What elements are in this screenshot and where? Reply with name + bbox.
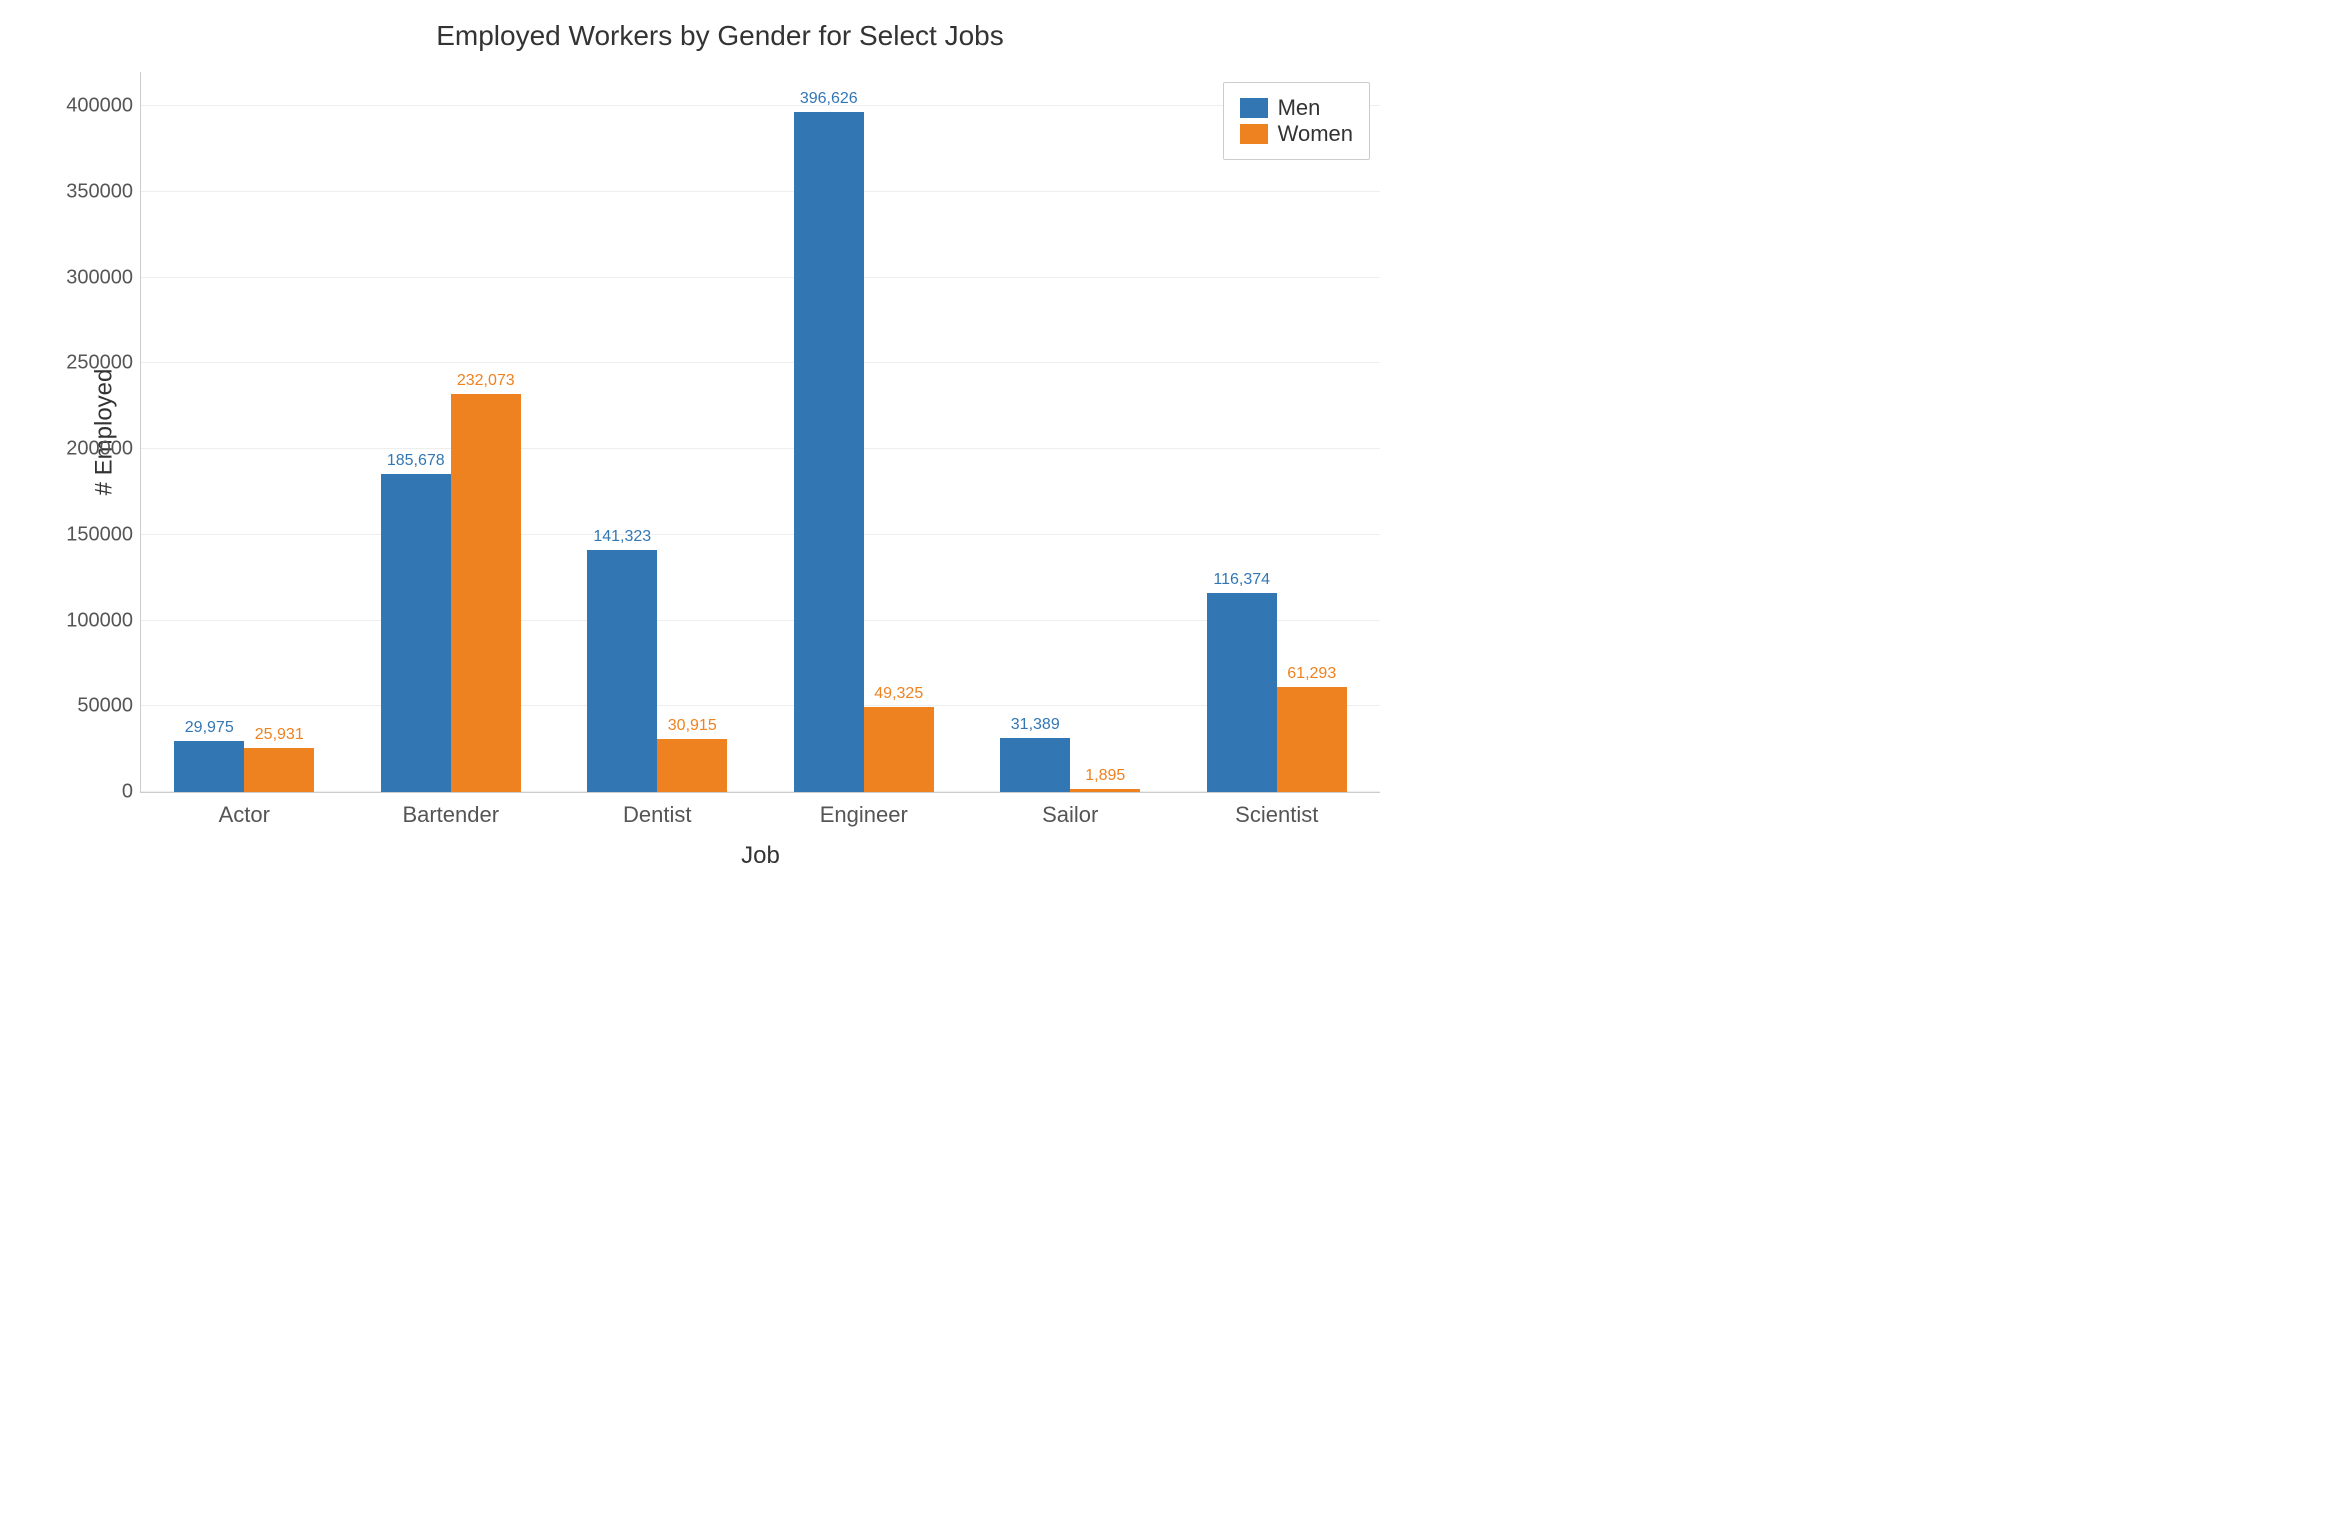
category-group: 141,32330,915Dentist xyxy=(587,72,727,792)
bar-value-label: 141,323 xyxy=(593,528,651,546)
legend-label-men: Men xyxy=(1278,95,1321,121)
bar-men: 29,975 xyxy=(174,741,244,792)
legend-label-women: Women xyxy=(1278,121,1353,147)
bar-women: 49,325 xyxy=(864,707,934,792)
bar-men: 31,389 xyxy=(1000,738,1070,792)
y-tick-label: 250000 xyxy=(66,352,133,375)
y-axis-label: # Employed xyxy=(90,369,118,496)
category-group: 185,678232,073Bartender xyxy=(381,72,521,792)
x-tick-label: Dentist xyxy=(623,802,691,828)
bar-value-label: 49,325 xyxy=(874,685,923,703)
bar-value-label: 1,895 xyxy=(1085,767,1125,785)
plot-area: # Employed Job 0500001000001500002000002… xyxy=(140,72,1380,793)
bar-men: 396,626 xyxy=(794,112,864,792)
y-tick-label: 300000 xyxy=(66,266,133,289)
category-group: 396,62649,325Engineer xyxy=(794,72,934,792)
bar-men: 185,678 xyxy=(381,474,451,792)
bar-women: 232,073 xyxy=(451,394,521,792)
bar-value-label: 232,073 xyxy=(457,372,515,390)
x-tick-label: Actor xyxy=(219,802,270,828)
legend-item-women: Women xyxy=(1240,121,1353,147)
chart-title: Employed Workers by Gender for Select Jo… xyxy=(20,20,1420,52)
x-tick-label: Engineer xyxy=(820,802,908,828)
bar-value-label: 61,293 xyxy=(1287,665,1336,683)
y-tick-label: 400000 xyxy=(66,95,133,118)
x-tick-label: Scientist xyxy=(1235,802,1318,828)
legend-swatch-men xyxy=(1240,98,1268,118)
bar-women: 30,915 xyxy=(657,739,727,792)
bar-women: 25,931 xyxy=(244,748,314,792)
bar-value-label: 25,931 xyxy=(255,726,304,744)
bar-value-label: 396,626 xyxy=(800,90,858,108)
legend-swatch-women xyxy=(1240,124,1268,144)
bar-women: 1,895 xyxy=(1070,789,1140,792)
bar-value-label: 30,915 xyxy=(668,717,717,735)
x-tick-label: Sailor xyxy=(1042,802,1098,828)
category-group: 116,37461,293Scientist xyxy=(1207,72,1347,792)
y-tick-label: 50000 xyxy=(77,695,133,718)
legend-item-men: Men xyxy=(1240,95,1353,121)
chart-container: Employed Workers by Gender for Select Jo… xyxy=(20,20,1420,920)
category-group: 31,3891,895Sailor xyxy=(1000,72,1140,792)
bar-men: 141,323 xyxy=(587,550,657,792)
bar-value-label: 31,389 xyxy=(1011,716,1060,734)
bar-value-label: 29,975 xyxy=(185,719,234,737)
bar-value-label: 185,678 xyxy=(387,452,445,470)
x-tick-label: Bartender xyxy=(402,802,499,828)
y-tick-label: 100000 xyxy=(66,609,133,632)
y-tick-label: 150000 xyxy=(66,523,133,546)
legend: Men Women xyxy=(1223,82,1370,160)
x-axis-label: Job xyxy=(741,842,780,870)
y-tick-label: 0 xyxy=(122,781,133,804)
bar-women: 61,293 xyxy=(1277,687,1347,792)
bar-value-label: 116,374 xyxy=(1213,571,1270,589)
bar-men: 116,374 xyxy=(1207,593,1277,792)
y-tick-label: 350000 xyxy=(66,181,133,204)
y-tick-label: 200000 xyxy=(66,438,133,461)
category-group: 29,97525,931Actor xyxy=(174,72,314,792)
